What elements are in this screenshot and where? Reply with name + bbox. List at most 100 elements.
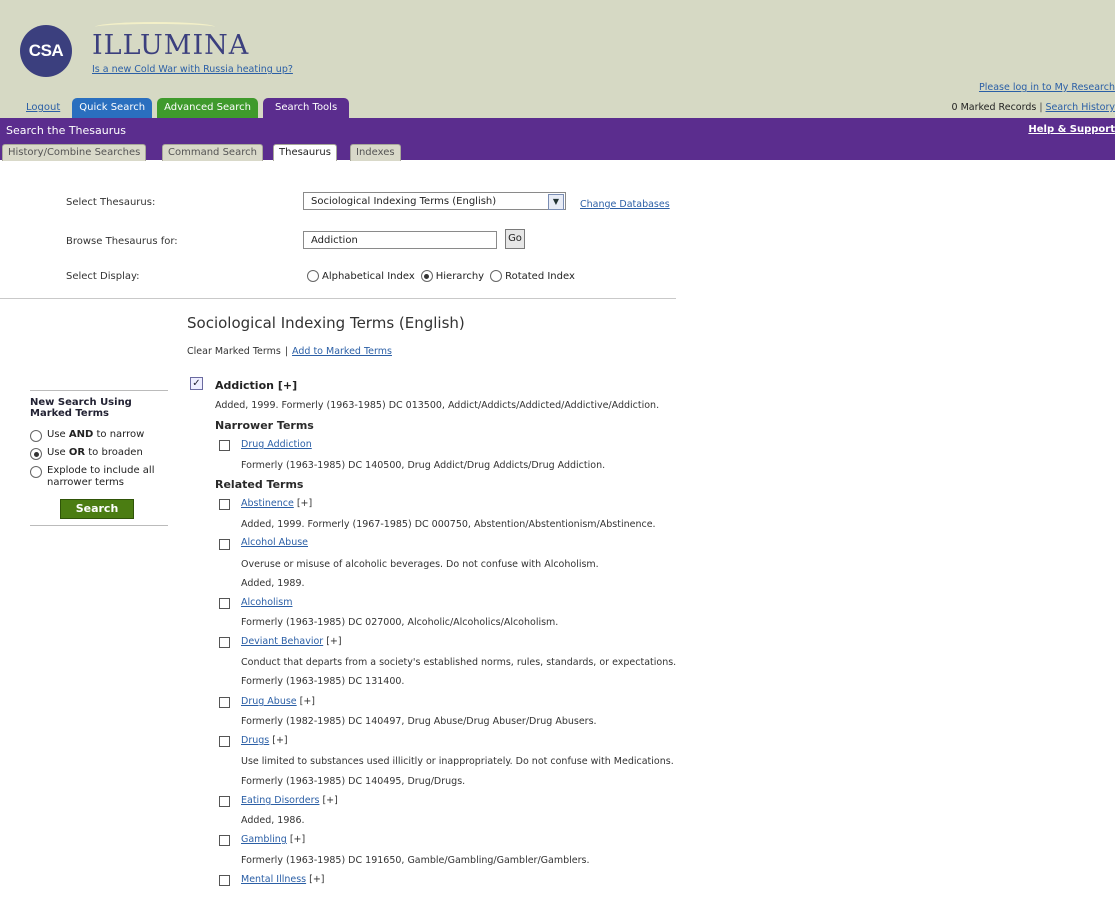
term-checkbox[interactable] <box>219 697 230 708</box>
term-link[interactable]: Abstinence <box>241 498 294 509</box>
tab-thesaurus[interactable]: Thesaurus <box>273 144 337 161</box>
expand-toggle[interactable]: [+] <box>300 696 315 707</box>
radio-circle-icon[interactable] <box>307 270 319 282</box>
expand-toggle[interactable]: [+] <box>322 795 337 806</box>
thesaurus-select-value: Sociological Indexing Terms (English) <box>311 196 497 207</box>
expand-toggle[interactable]: [+] <box>272 735 287 746</box>
term-description: Formerly (1963-1985) DC 140500, Drug Add… <box>241 460 606 471</box>
section-bar: Search the Thesaurus Help & Support <box>0 118 1115 142</box>
checkbox-checked-icon[interactable]: ✓ <box>190 377 203 390</box>
logout-link[interactable]: Logout <box>22 98 64 118</box>
clear-marked-terms[interactable]: Clear Marked Terms <box>187 346 281 357</box>
tab-command-search[interactable]: Command Search <box>162 144 263 161</box>
term-description: Added, 1999. Formerly (1967-1985) DC 000… <box>241 519 656 530</box>
term-checkbox[interactable] <box>219 499 230 510</box>
browse-label: Browse Thesaurus for: <box>66 236 178 247</box>
search-button[interactable]: Search <box>60 499 134 519</box>
term-item: Drugs [+] <box>241 735 288 746</box>
chevron-down-icon[interactable]: ▼ <box>548 194 564 210</box>
search-history-link[interactable]: Search History <box>1046 102 1115 113</box>
term-item: Alcoholism <box>241 597 293 608</box>
brand-name: ILLUMINA <box>92 30 250 61</box>
tab-history-combine[interactable]: History/Combine Searches <box>2 144 147 161</box>
tab-advanced-search[interactable]: Advanced Search <box>157 98 258 118</box>
term-checkbox[interactable] <box>219 440 230 451</box>
browse-input[interactable]: Addiction <box>303 231 497 249</box>
term-item: Deviant Behavior [+] <box>241 636 342 647</box>
term-checkbox[interactable] <box>219 835 230 846</box>
term-checkbox[interactable] <box>219 539 230 550</box>
marked-term-actions: Clear Marked Terms | Add to Marked Terms <box>187 346 392 357</box>
main-term: Addiction [+] <box>215 379 298 392</box>
app-header: CSA ILLUMINA Is a new Cold War with Russ… <box>0 0 1115 118</box>
help-support-link[interactable]: Help & Support <box>1028 124 1115 135</box>
expand-toggle[interactable]: [+] <box>290 834 305 845</box>
term-item: Drug Abuse [+] <box>241 696 315 707</box>
option-explode[interactable]: Explode to include all narrower terms <box>30 465 168 489</box>
term-checkbox[interactable] <box>219 637 230 648</box>
term-description: Formerly (1963-1985) DC 140495, Drug/Dru… <box>241 776 466 787</box>
expand-toggle[interactable]: [+] <box>297 498 312 509</box>
radio-selected-icon[interactable] <box>420 270 433 282</box>
term-checkbox[interactable] <box>219 875 230 886</box>
radio-circle-icon[interactable] <box>30 466 42 478</box>
headline-link[interactable]: Is a new Cold War with Russia heating up… <box>92 64 293 75</box>
go-button[interactable]: Go <box>505 229 525 249</box>
radio-hierarchy[interactable]: Hierarchy <box>420 270 484 282</box>
term-link[interactable]: Alcohol Abuse <box>241 537 308 548</box>
expand-toggle[interactable]: [+] <box>309 874 324 885</box>
panel-title: New Search Using Marked Terms <box>30 397 132 419</box>
radio-rotated-index[interactable]: Rotated Index <box>490 270 575 282</box>
term-link[interactable]: Drug Abuse <box>241 696 297 707</box>
term-link[interactable]: Gambling <box>241 834 287 845</box>
expand-toggle[interactable]: [+] <box>278 379 297 392</box>
term-link[interactable]: Deviant Behavior <box>241 636 323 647</box>
login-link[interactable]: Please log in to My Research <box>979 82 1115 93</box>
related-terms-heading: Related Terms <box>215 478 304 491</box>
marked-terms-search-panel: New Search Using Marked Terms Use AND to… <box>30 390 168 526</box>
marked-records-info: 0 Marked Records | Search History <box>952 102 1115 113</box>
term-checkbox[interactable] <box>219 796 230 807</box>
term-description: Use limited to substances used illicitly… <box>241 756 674 767</box>
expand-toggle[interactable]: [+] <box>326 636 341 647</box>
option-use-or[interactable]: Use OR to broaden <box>30 447 168 460</box>
separator: | <box>284 346 289 357</box>
divider <box>30 525 168 526</box>
tab-search-tools[interactable]: Search Tools <box>263 98 350 118</box>
radio-alphabetical-index[interactable]: Alphabetical Index <box>307 270 415 282</box>
term-link[interactable]: Drugs <box>241 735 269 746</box>
term-item: Mental Illness [+] <box>241 874 325 885</box>
term-link[interactable]: Drug Addiction <box>241 439 312 450</box>
term-description: Overuse or misuse of alcoholic beverages… <box>241 559 599 570</box>
select-thesaurus-label: Select Thesaurus: <box>66 197 156 208</box>
section-title: Search the Thesaurus <box>6 124 126 137</box>
term-link[interactable]: Eating Disorders <box>241 795 319 806</box>
divider <box>0 298 676 299</box>
results-title: Sociological Indexing Terms (English) <box>187 314 465 332</box>
term-link[interactable]: Alcoholism <box>241 597 293 608</box>
divider <box>30 390 168 391</box>
term-description: Added, 1986. <box>241 815 305 826</box>
thesaurus-select[interactable]: Sociological Indexing Terms (English) ▼ <box>303 192 566 210</box>
option-use-and[interactable]: Use AND to narrow <box>30 429 168 442</box>
change-databases-link[interactable]: Change Databases <box>580 199 670 210</box>
select-display-label: Select Display: <box>66 271 140 282</box>
term-description: Added, 1989. <box>241 578 305 589</box>
sub-tabs: History/Combine Searches Command Search … <box>0 142 1115 161</box>
csa-logo[interactable]: CSA <box>20 25 72 77</box>
radio-circle-icon[interactable] <box>490 270 503 282</box>
add-to-marked-terms-link[interactable]: Add to Marked Terms <box>292 346 392 357</box>
term-checkbox[interactable] <box>219 598 230 609</box>
term-checkbox[interactable] <box>219 736 230 747</box>
main-term-description: Added, 1999. Formerly (1963-1985) DC 013… <box>215 400 660 411</box>
term-item: Alcohol Abuse <box>241 537 308 548</box>
tab-quick-search[interactable]: Quick Search <box>72 98 153 118</box>
radio-circle-icon[interactable] <box>30 430 42 442</box>
term-link[interactable]: Mental Illness <box>241 874 306 885</box>
tab-indexes[interactable]: Indexes <box>350 144 401 161</box>
marked-records-count: 0 Marked Records <box>951 102 1037 113</box>
display-options: Alphabetical Index Hierarchy Rotated Ind… <box>307 270 581 282</box>
radio-selected-icon[interactable] <box>30 448 42 460</box>
term-description: Conduct that departs from a society's es… <box>241 657 677 668</box>
term-description: Formerly (1982-1985) DC 140497, Drug Abu… <box>241 716 597 727</box>
